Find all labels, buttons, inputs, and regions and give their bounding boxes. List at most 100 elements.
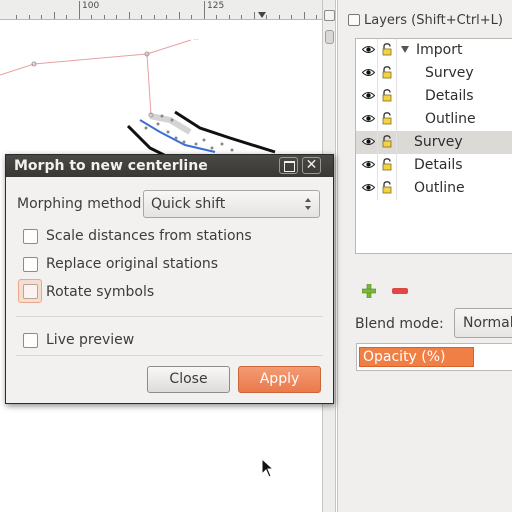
layer-row[interactable]: Outline [356,108,512,131]
scale-distances-checkbox[interactable] [23,229,38,244]
scale-distances-label: Scale distances from stations [46,228,252,244]
close-icon[interactable]: ✕ [302,157,321,174]
remove-layer-button[interactable] [392,288,408,294]
ruler-label-100: 100 [82,1,100,11]
replace-stations-checkbox[interactable] [23,257,38,272]
rotate-symbols-checkbox[interactable] [18,279,42,303]
eye-icon[interactable] [362,68,375,77]
dialog-titlebar[interactable]: Morph to new centerline ✕ [6,155,333,177]
updown-arrows-icon [305,198,311,210]
layer-name: Outline [414,180,465,196]
ruler-minor-tick [41,15,42,19]
dialog-title: Morph to new centerline [14,158,208,174]
scale-distances-option[interactable]: Scale distances from stations [17,225,317,249]
ruler-minor-tick [129,12,130,19]
close-button[interactable]: Close [147,366,230,393]
lock-icon[interactable] [382,158,392,171]
ruler-minor-tick [29,15,30,19]
eye-icon[interactable] [362,183,375,192]
ruler-minor-tick [241,15,242,19]
layer-name: Details [425,88,474,104]
add-layer-button[interactable] [362,284,376,298]
layer-name: Survey [414,134,463,150]
ruler-minor-tick [304,12,305,19]
layer-row[interactable]: Details [356,85,512,108]
lock-icon[interactable] [382,135,392,148]
ruler-minor-tick [191,15,192,19]
ruler-major-tick [79,1,80,19]
lock-icon[interactable] [382,112,392,125]
morphing-method-label: Morphing method [17,196,142,212]
scrollbar-thumb[interactable] [325,30,334,44]
divider [16,355,323,356]
ruler-minor-tick [179,12,180,19]
layer-name: Import [416,42,463,58]
ruler-minor-tick [54,12,55,19]
ruler-minor-tick [216,15,217,19]
ruler-minor-tick [166,15,167,19]
ruler-position-marker [258,12,266,18]
rotate-symbols-option[interactable]: Rotate symbols [17,279,317,305]
mouse-cursor-icon [261,458,275,478]
eye-icon[interactable] [362,114,375,123]
opacity-label: Opacity (%) [363,349,446,365]
horizontal-ruler: 100 125 [0,0,322,20]
layer-row[interactable]: Outline [356,177,512,200]
layer-name: Outline [425,111,476,127]
apply-button[interactable]: Apply [238,366,321,393]
ruler-minor-tick [104,15,105,19]
panel-title: Layers (Shift+Ctrl+L) [364,12,504,28]
ruler-minor-tick [116,15,117,19]
ruler-label-125: 125 [207,1,225,11]
maximize-icon[interactable] [279,157,298,174]
opacity-slider[interactable]: Opacity (%) [356,343,512,371]
eye-icon[interactable] [362,160,375,169]
ruler-minor-tick [254,12,255,19]
station-dots: ··· [193,37,199,44]
lock-icon[interactable] [382,181,392,194]
rotate-symbols-label: Rotate symbols [46,284,155,300]
replace-stations-label: Replace original stations [46,256,219,272]
plus-icon [362,288,376,294]
scroll-lock-icon[interactable] [324,10,335,21]
morphing-method-select[interactable]: Quick shift [143,190,320,218]
blend-mode-label: Blend mode: [355,316,444,332]
lock-icon[interactable] [382,66,392,79]
live-preview-checkbox[interactable] [23,333,38,348]
layer-name: Details [414,157,463,173]
ruler-major-tick [204,1,205,19]
ruler-minor-tick [16,15,17,19]
blend-mode-select[interactable]: Normal [454,308,512,338]
lock-icon[interactable] [382,89,392,102]
ruler-minor-tick [291,15,292,19]
panel-dock-icon[interactable] [348,14,360,26]
layer-row[interactable]: Survey [356,62,512,85]
morphing-method-value: Quick shift [151,196,226,212]
panel-header: Layers (Shift+Ctrl+L) [338,8,512,32]
replace-stations-option[interactable]: Replace original stations [17,253,317,277]
live-preview-option[interactable]: Live preview [17,329,317,353]
ruler-minor-tick [316,15,317,19]
layer-row[interactable]: Survey [356,131,512,154]
centerline-path [146,53,152,116]
ruler-minor-tick [141,15,142,19]
ruler-minor-tick [229,15,230,19]
expander-icon[interactable] [401,46,409,53]
ruler-minor-tick [154,15,155,19]
live-preview-label: Live preview [46,332,135,348]
layer-tree: Import Survey Details Outline Survey Details O… [355,38,512,254]
morph-dialog: Morph to new centerline ✕ Morphing metho… [5,154,334,404]
layer-row[interactable]: Details [356,154,512,177]
layer-name: Survey [425,65,474,81]
layer-row[interactable]: Import [356,39,512,62]
ruler-minor-tick [91,15,92,19]
divider [16,316,323,317]
lock-icon[interactable] [382,43,392,56]
centerline-path [0,39,192,76]
layers-panel: Layers (Shift+Ctrl+L) Import Survey Detail… [337,0,512,512]
ruler-minor-tick [279,15,280,19]
eye-icon[interactable] [362,91,375,100]
eye-icon[interactable] [362,137,375,146]
ruler-minor-tick [266,15,267,19]
eye-icon[interactable] [362,45,375,54]
